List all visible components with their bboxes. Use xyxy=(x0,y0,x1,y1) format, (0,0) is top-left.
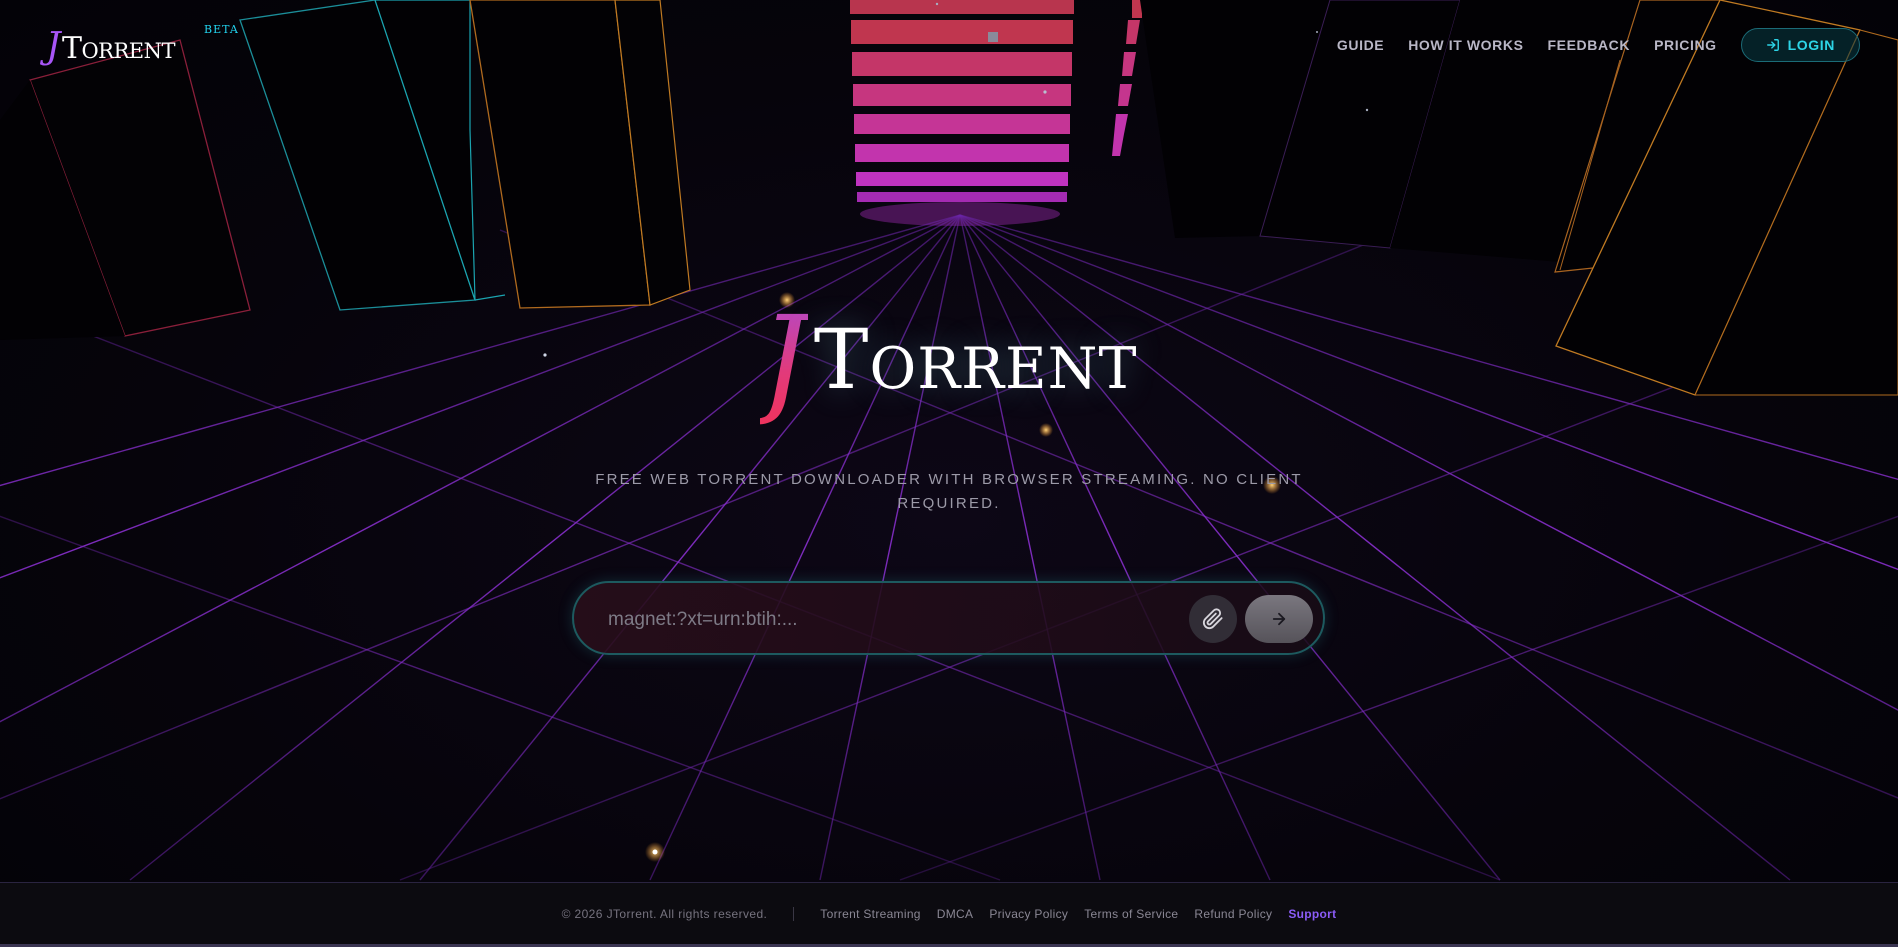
footer-divider xyxy=(793,906,795,921)
footer-link-terms-of-service[interactable]: Terms of Service xyxy=(1084,907,1178,921)
hero-title-word: Torrent xyxy=(813,313,1138,408)
beta-badge: BETA xyxy=(204,23,239,36)
hero-title: JTorrent xyxy=(0,290,1898,428)
arrow-right-icon xyxy=(1272,612,1286,626)
footer-links: Torrent Streaming DMCA Privacy Policy Te… xyxy=(820,907,1336,921)
magnet-search-bar xyxy=(572,581,1325,655)
hero-title-initial: J xyxy=(760,290,808,428)
attach-torrent-button[interactable] xyxy=(1189,595,1237,643)
logo-initial: J xyxy=(46,26,60,67)
login-label: LOGIN xyxy=(1787,37,1835,53)
footer-link-privacy-policy[interactable]: Privacy Policy xyxy=(989,907,1068,921)
footer-link-dmca[interactable]: DMCA xyxy=(937,907,974,921)
login-button[interactable]: LOGIN xyxy=(1740,28,1860,62)
paperclip-icon xyxy=(1202,608,1223,630)
magnet-input[interactable] xyxy=(606,601,1170,639)
page: J Torrent BETA GUIDE HOW IT WORKS FEEDBA… xyxy=(0,0,1898,947)
submit-magnet-button[interactable] xyxy=(1245,595,1313,643)
top-nav: GUIDE HOW IT WORKS FEEDBACK PRICING LOGI… xyxy=(1337,28,1860,62)
login-icon xyxy=(1766,39,1779,51)
copyright-text: © 2026 JTorrent. All rights reserved. xyxy=(561,906,768,921)
footer-link-support[interactable]: Support xyxy=(1288,907,1336,921)
brand-logo[interactable]: J Torrent BETA xyxy=(46,23,238,67)
nav-guide[interactable]: GUIDE xyxy=(1337,37,1384,53)
footer-link-torrent-streaming[interactable]: Torrent Streaming xyxy=(820,907,920,921)
nav-feedback[interactable]: FEEDBACK xyxy=(1548,37,1631,53)
retro-sun xyxy=(850,0,1142,226)
nav-how-it-works[interactable]: HOW IT WORKS xyxy=(1408,37,1523,53)
footer: © 2026 JTorrent. All rights reserved. To… xyxy=(0,882,1898,947)
logo-word: Torrent xyxy=(61,31,176,66)
hero-subtitle: FREE WEB TORRENT DOWNLOADER WITH BROWSER… xyxy=(595,471,1303,512)
nav-pricing[interactable]: PRICING xyxy=(1654,37,1717,53)
footer-link-refund-policy[interactable]: Refund Policy xyxy=(1194,907,1272,921)
